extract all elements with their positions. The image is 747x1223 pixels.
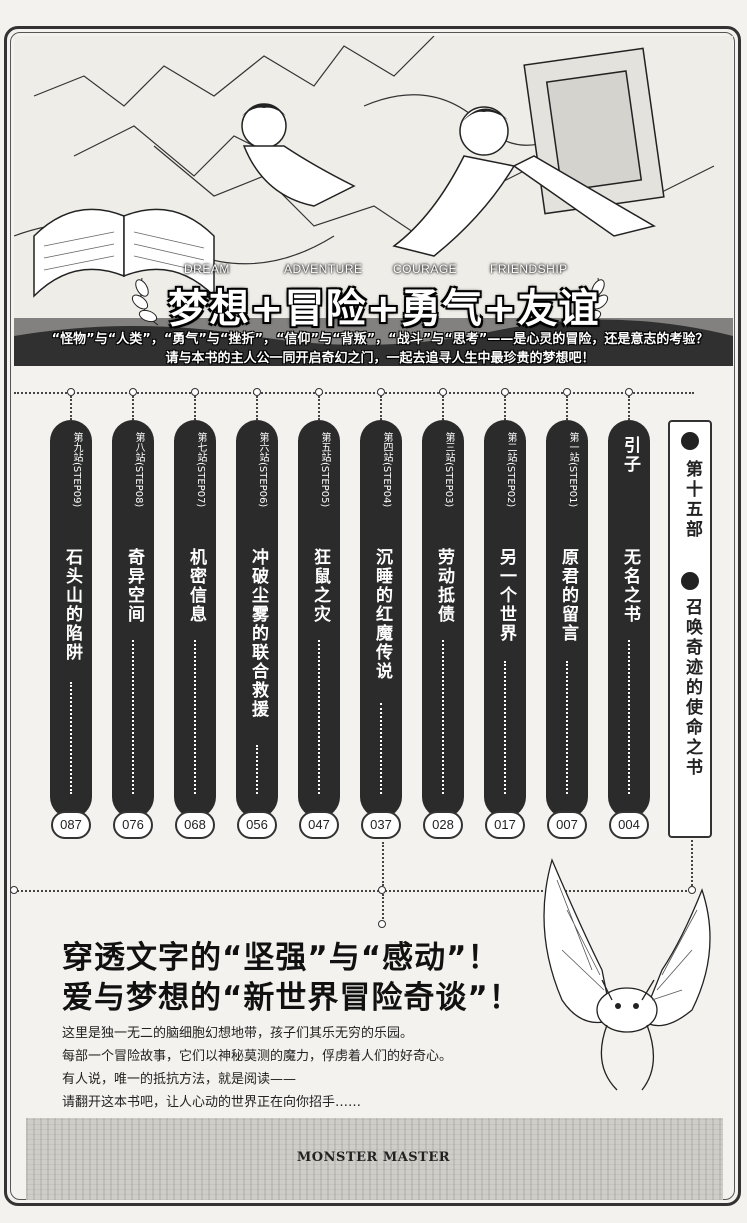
chapter-column[interactable]: 第九站(STEP09) 石头山的陷阱 [50,420,92,818]
page-number-badge: 068 [175,811,215,839]
leader-dots [318,640,320,794]
page-number-badge: 076 [113,811,153,839]
bullet-icon [681,572,699,590]
brand-name: MONSTER MASTER [296,1150,451,1165]
chapter-title: 另一个世界 [496,548,516,643]
banner-word-friendship: FRIENDSHIP [490,262,568,276]
chapter-title: 沉睡的红魔传说 [372,548,392,681]
chapter-title: 石头山的陷阱 [62,548,82,662]
chapter-title: 原君的留言 [558,548,578,643]
timeline-stem [380,396,382,420]
banner-word-courage: COURAGE [393,262,458,276]
chapter-title: 冲破尘雾的联合救援 [248,548,268,719]
tagline-line-1: “怪物”与“人类”，“勇气”与“挫折”，“信仰”与“背叛”，“战斗”与“思考”—… [51,332,709,347]
page-number-badge: 004 [609,811,649,839]
timeline-node [377,388,385,396]
page-number-badge: 037 [361,811,401,839]
banner-word-adventure: ADVENTURE [284,262,363,276]
laurel-icon [131,277,159,326]
timeline-node [10,886,18,894]
chapter-step: 第二站(STEP02) [505,432,516,508]
timeline-stem [628,396,630,420]
timeline-stem [194,396,196,420]
timeline-node [625,388,633,396]
body-line-3: 有人说，唯一的抵抗方法，就是阅读—— [62,1072,297,1087]
page-number-badge: 087 [51,811,91,839]
timeline-node [67,388,75,396]
page-number-badge: 028 [423,811,463,839]
chapter-title: 劳动抵债 [434,548,454,624]
timeline-node [501,388,509,396]
leader-dots [70,682,72,794]
timeline-stem [442,396,444,420]
chapter-title: 奇异空间 [124,548,144,624]
page-number-badge: 056 [237,811,277,839]
timeline-stem [256,396,258,420]
chapter-step: 第一站(STEP01) [567,432,578,508]
chapter-step: 第九站(STEP09) [71,432,82,508]
leader-dots [442,640,444,794]
timeline-node [563,388,571,396]
chapter-column[interactable]: 第六站(STEP06) 冲破尘雾的联合救援 [236,420,278,818]
leader-dots [256,745,258,794]
intro-label: 引子 [620,436,640,474]
chapter-title: 机密信息 [186,548,206,624]
timeline-node [378,886,386,894]
part-title: 召唤奇迹的使命之书 [682,598,702,778]
timeline-stem [70,396,72,420]
body-line-4: 请翻开这本书吧，让人心动的世界正在向你招手…… [62,1095,362,1110]
page-number-badge: 007 [547,811,587,839]
creature-illustration [543,858,711,1091]
leader-dots [628,640,630,794]
timeline-stem [566,396,568,420]
chapter-step: 第六站(STEP06) [257,432,268,508]
stem-node [378,920,386,928]
page-number-badge: 047 [299,811,339,839]
chapter-step: 第五站(STEP05) [319,432,330,508]
chapter-column[interactable]: 第五站(STEP05) 狂鼠之灾 [298,420,340,818]
timeline-node [315,388,323,396]
chapter-step: 第三站(STEP03) [443,432,454,508]
chapter-column[interactable]: 第一站(STEP01) 原君的留言 [546,420,588,818]
chapter-step: 第四站(STEP04) [381,432,392,508]
chapter-column[interactable]: 引子 无名之书 [608,420,650,818]
leader-dots [132,640,134,794]
leader-dots [566,661,568,794]
timeline-stem [132,396,134,420]
top-divider [14,392,694,394]
chapter-column[interactable]: 第二站(STEP02) 另一个世界 [484,420,526,818]
leader-dots [504,661,506,794]
chapter-column[interactable]: 第七站(STEP07) 机密信息 [174,420,216,818]
leader-dots [194,640,196,794]
banner-word-dream: DREAM [184,262,230,276]
timeline-node [191,388,199,396]
chapter-step: 第八站(STEP08) [133,432,144,508]
body-line-1: 这里是独一无二的脑细胞幻想地带，孩子们其乐无穷的乐园。 [62,1026,414,1041]
part-number: 第十五部 [682,460,702,540]
chapter-title: 无名之书 [620,548,640,624]
timeline-stem [318,396,320,420]
banner-title: 梦想+冒险+勇气+友谊 [168,286,600,332]
timeline-node [253,388,261,396]
timeline-node [439,388,447,396]
part-box: 第十五部 召唤奇迹的使命之书 [668,420,712,838]
headline-line-2: 爱与梦想的“新世界冒险奇谈”！ [62,980,521,1016]
page-number-badge: 017 [485,811,525,839]
chapter-column[interactable]: 第八站(STEP08) 奇异空间 [112,420,154,818]
chapter-title: 狂鼠之灾 [310,548,330,624]
timeline-stem [504,396,506,420]
chapter-column[interactable]: 第四站(STEP04) 沉睡的红魔传说 [360,420,402,818]
timeline-node [129,388,137,396]
leader-dots [380,703,382,794]
center-stem-upper [382,842,384,886]
chapter-column[interactable]: 第三站(STEP03) 劳动抵债 [422,420,464,818]
tagline-line-2: 请与本书的主人公一同开启奇幻之门，一起去追寻人生中最珍贵的梦想吧！ [165,351,595,366]
body-line-2: 每部一个冒险故事，它们以神秘莫测的魔力，俘虏着人们的好奇心。 [62,1049,453,1064]
headline-line-1: 穿透文字的“坚强”与“感动”！ [62,940,500,976]
bullet-icon [681,432,699,450]
chapter-step: 第七站(STEP07) [195,432,206,508]
